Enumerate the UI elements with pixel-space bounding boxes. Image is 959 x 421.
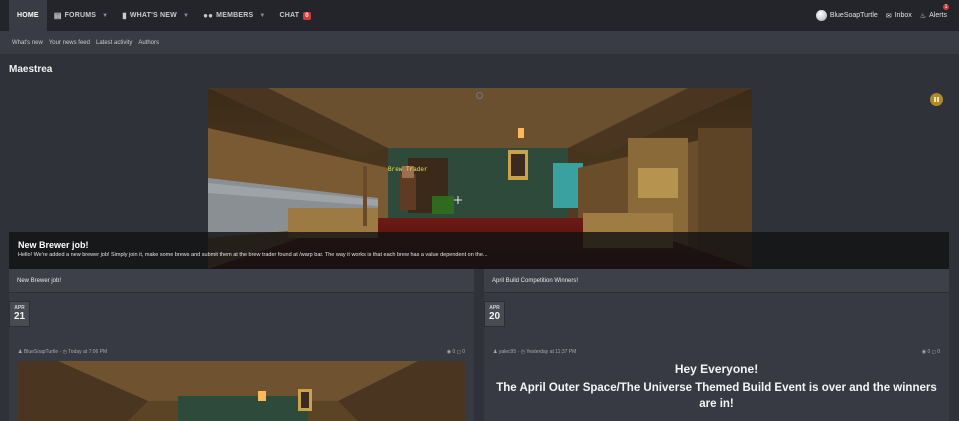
hero-excerpt: Hello! We're added a new brewer job! Sim… — [18, 252, 488, 258]
nav-chat-label: CHAT — [279, 12, 300, 19]
members-icon: ●● — [203, 11, 214, 20]
date-month: APR — [489, 305, 500, 311]
card-title[interactable]: April Build Competition Winners! — [484, 269, 949, 293]
date-badge: APR 20 — [484, 301, 505, 327]
card-headline-text: The April Outer Space/The Universe Theme… — [496, 382, 937, 410]
card-meta: ♟ BlueSoapTurtle · ◷ Today at 7:06 PM ◉ … — [18, 349, 465, 355]
comment-count: 0 — [937, 349, 940, 355]
slider-indicator-dot[interactable] — [476, 92, 483, 99]
view-count: 0 — [452, 349, 456, 355]
date-day: 20 — [488, 311, 501, 322]
eye-icon: ◉ — [921, 349, 927, 355]
card-author[interactable]: BlueSoapTurtle — [24, 349, 58, 355]
alerts-count-badge: 1 — [943, 3, 949, 10]
nav-forums-label: FORUMS — [64, 12, 97, 19]
top-navigation: HOME ▤ FORUMS ▼ ▮ WHAT'S NEW ▼ ●● MEMBER… — [0, 0, 959, 31]
alerts-link[interactable]: ♨ Alerts 1 — [919, 3, 949, 20]
chat-count-badge: 0 — [303, 11, 311, 20]
npc-name-label: Brew Trader — [388, 166, 428, 173]
username: BlueSoapTurtle — [829, 12, 878, 19]
avatar — [815, 10, 827, 21]
date-day: 21 — [13, 311, 26, 322]
nav-chat[interactable]: CHAT 0 — [273, 0, 318, 31]
chevron-down-icon[interactable]: ▼ — [259, 13, 265, 19]
nav-whats-new-label: WHAT'S NEW — [129, 12, 177, 19]
nav-home[interactable]: HOME — [9, 0, 47, 31]
clock-icon: ◷ — [520, 349, 525, 355]
nav-forums[interactable]: ▤ FORUMS ▼ — [47, 0, 115, 31]
pause-icon — [934, 97, 936, 102]
subnav-authors[interactable]: Authors — [138, 40, 159, 46]
card-image[interactable] — [18, 361, 466, 421]
subnav-latest-activity[interactable]: Latest activity — [96, 40, 132, 46]
nav-members-label: MEMBERS — [216, 12, 254, 19]
news-card: April Build Competition Winners! APR 20 … — [484, 269, 949, 421]
hero-caption[interactable]: New Brewer job! Hello! We're added a new… — [9, 232, 949, 269]
view-count: 0 — [927, 349, 931, 355]
whats-new-icon: ▮ — [122, 11, 127, 20]
nav-members[interactable]: ●● MEMBERS ▼ — [196, 0, 272, 31]
card-time: Today at 7:06 PM — [68, 349, 108, 355]
date-badge: APR 21 — [9, 301, 30, 327]
alerts-label: Alerts — [929, 12, 947, 19]
card-author[interactable]: yalec95 — [499, 349, 516, 355]
user-icon: ♟ — [493, 349, 498, 355]
subnav-news-feed[interactable]: Your news feed — [49, 40, 90, 46]
account-navigation: BlueSoapTurtle ✉ Inbox ♨ Alerts 1 — [815, 0, 949, 31]
inbox-label: Inbox — [894, 12, 912, 19]
comment-icon: ◻ — [456, 349, 461, 355]
nav-home-label: HOME — [17, 12, 39, 19]
hero-title[interactable]: New Brewer job! — [18, 240, 940, 250]
inbox-link[interactable]: ✉ Inbox — [886, 12, 912, 20]
news-card: New Brewer job! APR 21 ♟ BlueSoapTurtle … — [9, 269, 474, 421]
envelope-icon: ✉ — [885, 12, 892, 20]
user-menu[interactable]: BlueSoapTurtle — [815, 10, 878, 21]
eye-icon: ◉ — [446, 349, 452, 355]
chevron-down-icon[interactable]: ▼ — [183, 13, 189, 19]
subnav-whats-new[interactable]: What's new — [12, 40, 43, 46]
clock-icon: ◷ — [62, 349, 67, 355]
date-month: APR — [14, 305, 25, 311]
card-headline-greeting: Hey Everyone! — [674, 362, 759, 376]
bell-icon: ♨ — [919, 12, 927, 20]
user-icon: ♟ — [18, 349, 23, 355]
forums-icon: ▤ — [53, 11, 62, 20]
page-title: Maestrea — [9, 64, 53, 75]
chevron-down-icon[interactable]: ▼ — [102, 13, 108, 19]
slider-pause-button[interactable] — [930, 93, 943, 106]
card-time: Yesterday at 11:37 PM — [526, 349, 577, 355]
nav-whats-new[interactable]: ▮ WHAT'S NEW ▼ — [115, 0, 196, 31]
card-meta: ♟ yalec95 · ◷ Yesterday at 11:37 PM ◉ 0 … — [493, 349, 940, 355]
sub-navigation: What's new Your news feed Latest activit… — [0, 31, 959, 54]
card-title[interactable]: New Brewer job! — [9, 269, 474, 293]
comment-icon: ◻ — [931, 349, 936, 355]
comment-count: 0 — [462, 349, 465, 355]
card-headline: Hey Everyone! The April Outer Space/The … — [484, 362, 949, 412]
